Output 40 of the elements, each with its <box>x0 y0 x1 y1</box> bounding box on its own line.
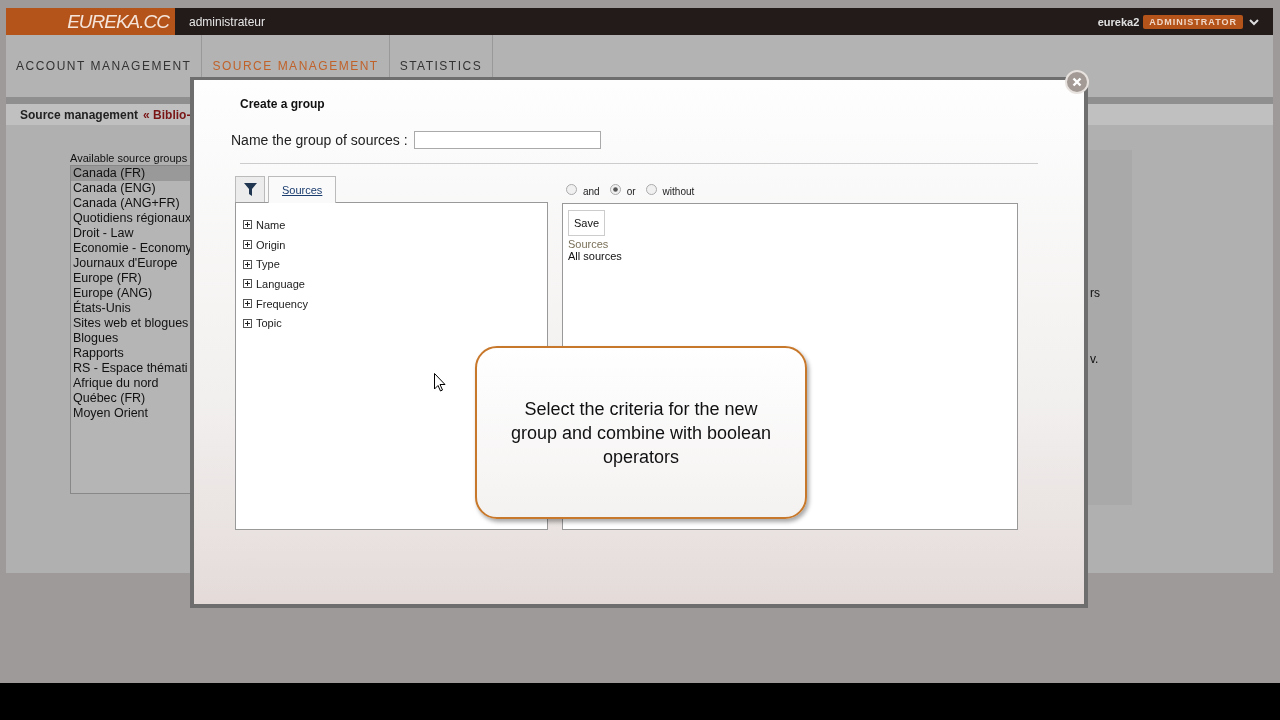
chevron-down-icon[interactable] <box>1249 17 1259 26</box>
text-fragment: rs <box>1090 286 1100 300</box>
list-label: Available source groups <box>70 152 189 165</box>
text-fragment: v. <box>1090 352 1099 366</box>
expand-icon[interactable] <box>243 318 252 328</box>
tree-item[interactable]: Topic <box>256 317 282 330</box>
expand-icon[interactable] <box>243 299 252 309</box>
tree-item[interactable]: Type <box>256 258 280 271</box>
result-value: All sources <box>568 250 623 262</box>
group-name-field[interactable] <box>413 131 601 149</box>
role-badge: ADMINISTRATOR <box>1143 14 1243 29</box>
tree-item[interactable]: Frequency <box>256 297 308 310</box>
radio-button[interactable] <box>609 184 621 195</box>
breadcrumb-current: Source management <box>20 107 139 122</box>
filter-icon <box>243 183 257 196</box>
tree-item[interactable]: Origin <box>256 238 286 251</box>
radio-label: or <box>626 185 636 197</box>
dialog-title: Create a group <box>240 97 325 111</box>
tree-item[interactable]: Name <box>256 218 286 231</box>
breadcrumb-link[interactable]: « Biblio- <box>143 107 191 122</box>
tooltip-callout: Select the criteria for the new group and combine with boolean operators <box>475 346 807 519</box>
radio-button[interactable] <box>645 184 657 195</box>
save-button[interactable]: Save <box>568 210 606 236</box>
field-label: Name the group of sources : <box>231 132 408 148</box>
expand-icon[interactable] <box>243 240 252 250</box>
context-label: administrateur <box>189 14 266 29</box>
tab[interactable]: Sources <box>268 176 337 203</box>
tree-item[interactable]: Language <box>256 277 305 290</box>
radio-label: and <box>583 185 600 197</box>
expand-icon[interactable] <box>243 279 252 289</box>
filter-tab[interactable] <box>235 176 265 202</box>
user-name: eureka2 <box>1097 15 1140 28</box>
result-heading: Sources <box>568 238 610 250</box>
logo[interactable]: EUREKA.CC <box>6 8 175 35</box>
radio-label: without <box>662 185 695 197</box>
close-icon <box>1072 77 1082 87</box>
expand-icon[interactable] <box>243 220 252 230</box>
expand-icon[interactable] <box>243 259 252 269</box>
radio-button[interactable] <box>566 184 577 195</box>
cursor-icon <box>434 373 446 392</box>
